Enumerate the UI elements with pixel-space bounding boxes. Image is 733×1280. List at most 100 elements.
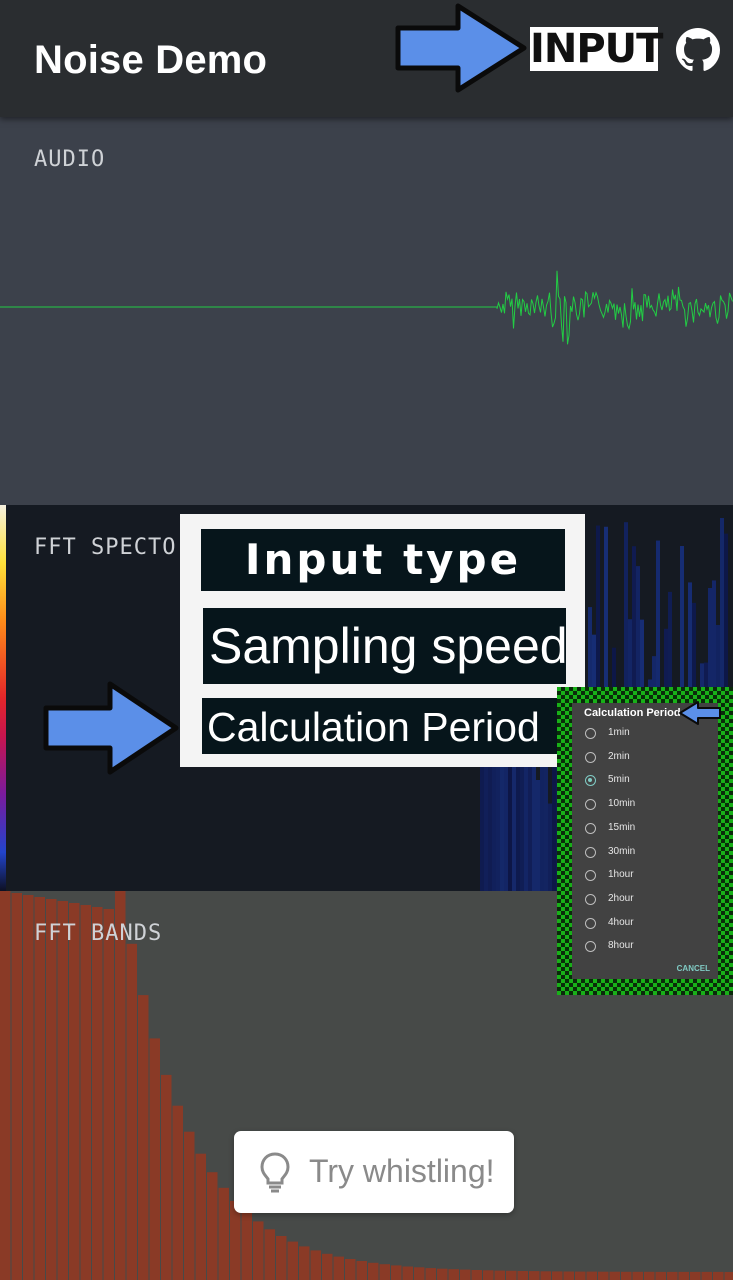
fft-band-bar [195, 1153, 206, 1280]
radio-label: 8hour [608, 940, 634, 952]
fft-band-bar [299, 1246, 310, 1280]
fft-band-bar [23, 895, 34, 1280]
radio-label: 2min [608, 750, 630, 762]
menu-item-calculation-period[interactable]: Calculation Period [202, 698, 562, 754]
fft-band-bar [632, 1271, 643, 1280]
radio-label: 2hour [608, 892, 634, 904]
fft-band-bar [609, 1271, 620, 1280]
radio-option[interactable]: 10min [572, 795, 718, 815]
fft-band-bar [322, 1253, 333, 1280]
radio-button[interactable] [585, 870, 596, 882]
fft-band-bar [563, 1271, 574, 1280]
radio-button[interactable] [585, 822, 596, 834]
radio-button[interactable] [585, 893, 596, 905]
radio-option[interactable]: 1min [572, 724, 718, 744]
fft-band-bar [471, 1270, 482, 1280]
input-menu-callout: Input type Sampling speed Calculation Pe… [180, 514, 585, 767]
fft-band-bar [310, 1250, 321, 1280]
fft-band-bar [644, 1271, 655, 1280]
radio-button[interactable] [585, 799, 596, 811]
waveform-trace [0, 270, 733, 345]
fft-band-bar [529, 1271, 540, 1280]
menu-item-sampling-speed[interactable]: Sampling speed [203, 608, 568, 684]
cancel-button[interactable]: CANCEL [677, 964, 710, 973]
fft-band-bar [241, 1212, 252, 1280]
fft-band-bar [402, 1266, 413, 1280]
dialog-highlight-frame: Calculation Period 1min 2min 5min 10min 15mi… [557, 687, 733, 995]
fft-band-bar [218, 1187, 229, 1280]
radio-label: 10min [608, 798, 636, 810]
fft-band-bar [678, 1271, 689, 1280]
fft-band-bar [103, 909, 114, 1280]
radio-option[interactable]: 2hour [572, 890, 718, 910]
radio-option[interactable]: 2min [572, 748, 718, 768]
radio-button[interactable] [585, 775, 596, 787]
fft-band-bar [448, 1269, 459, 1280]
arrow-to-input-icon [395, 3, 527, 93]
radio-button[interactable] [585, 846, 596, 858]
fft-band-bar [149, 1038, 160, 1280]
fft-band-bar [207, 1172, 218, 1280]
fft-band-bar [713, 1271, 724, 1280]
dialog-title: Calculation Period [584, 707, 681, 719]
radio-option[interactable]: 30min [572, 843, 718, 863]
radio-button[interactable] [585, 728, 596, 739]
fft-band-bar [92, 907, 103, 1280]
radio-label: 30min [608, 845, 636, 857]
fft-band-bar [115, 891, 126, 1280]
fft-band-bar [701, 1271, 712, 1280]
fft-band-bar [138, 995, 149, 1280]
fft-band-bar [57, 901, 68, 1280]
menu-item-input-type[interactable]: Input type [201, 529, 565, 591]
fft-band-bar [69, 903, 80, 1280]
fft-band-bar [276, 1236, 287, 1280]
radio-option[interactable]: 8hour [572, 937, 718, 957]
fft-band-bar [46, 899, 57, 1280]
whistle-toast: Try whistling! [234, 1131, 514, 1213]
input-button[interactable]: INPUT [530, 27, 663, 71]
spectrogram-column [536, 779, 540, 891]
fft-band-bar [379, 1264, 390, 1280]
radio-button[interactable] [585, 917, 596, 929]
fft-band-bar [724, 1272, 733, 1280]
fft-band-bar [586, 1271, 597, 1280]
radio-option[interactable]: 4hour [572, 914, 718, 934]
arrow-to-calculation-period-icon [43, 681, 179, 775]
radio-option[interactable]: 15min [572, 819, 718, 839]
fft-band-bar [172, 1105, 183, 1280]
fft-band-bar [184, 1131, 195, 1280]
radio-label: 5min [608, 774, 630, 786]
fft-band-bar [540, 1271, 551, 1280]
fft-band-bar [690, 1271, 701, 1280]
fft-band-bar [494, 1270, 505, 1280]
fft-band-bar [253, 1221, 264, 1280]
fft-band-bar [483, 1270, 494, 1280]
fft-band-bar [517, 1271, 528, 1280]
app-bar: Noise Demo INPUT [0, 0, 733, 117]
fft-band-bar [621, 1271, 632, 1280]
fft-band-bar [655, 1271, 666, 1280]
lightbulb-icon [260, 1152, 290, 1193]
fft-band-bar [598, 1271, 609, 1280]
fft-band-bar [414, 1267, 425, 1280]
spectrogram-column [548, 803, 552, 891]
radio-label: 15min [608, 821, 636, 833]
fft-band-bar [437, 1268, 448, 1280]
fft-band-bar [264, 1229, 275, 1280]
radio-button[interactable] [585, 751, 596, 763]
radio-option[interactable]: 5min [572, 771, 718, 791]
fft-band-bar [126, 943, 137, 1280]
fft-band-bar [356, 1261, 367, 1280]
github-icon[interactable] [676, 28, 720, 72]
fft-band-bar [34, 897, 45, 1280]
audio-waveform [0, 270, 733, 345]
fft-band-bar [368, 1262, 379, 1280]
app-title: Noise Demo [34, 38, 268, 82]
arrow-to-dialog-title-icon [679, 701, 721, 725]
fft-band-bar [0, 891, 11, 1280]
radio-option[interactable]: 1hour [572, 866, 718, 886]
calculation-period-dialog: Calculation Period 1min 2min 5min 10min 15mi… [572, 703, 718, 979]
radio-button[interactable] [585, 941, 596, 953]
fft-band-bar [333, 1256, 344, 1280]
fft-bands-label: FFT BANDS [34, 921, 163, 946]
